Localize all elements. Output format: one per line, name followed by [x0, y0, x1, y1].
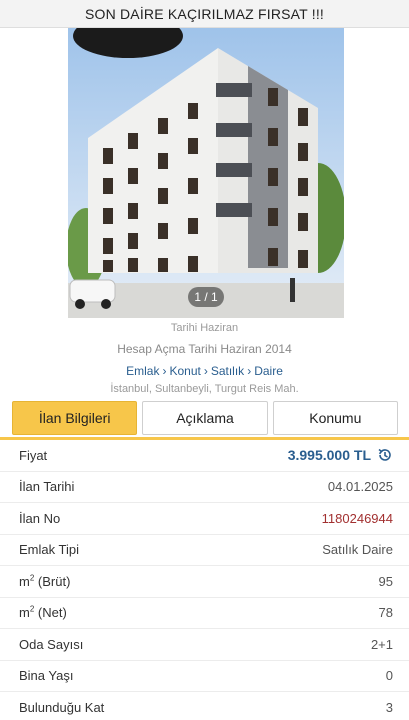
price-text: 3.995.000 TL [287, 447, 371, 464]
breadcrumb-separator-icon: › [203, 364, 208, 378]
detail-row-property-type: Emlak Tipi Satılık Daire [0, 535, 409, 566]
detail-value: Satılık Daire [322, 542, 393, 558]
detail-value: 78 [378, 605, 393, 621]
breadcrumb-item-daire[interactable]: Daire [254, 364, 283, 378]
detail-row-rooms: Oda Sayısı 2+1 [0, 629, 409, 661]
breadcrumb-item-emlak[interactable]: Emlak [126, 364, 159, 378]
listing-details: Fiyat 3.995.000 TL İlan Tarihi 04.01.202… [0, 440, 409, 720]
detail-label: Oda Sayısı [19, 636, 84, 652]
price-value: 3.995.000 TL [288, 447, 393, 463]
detail-row-listing-date: İlan Tarihi 04.01.2025 [0, 472, 409, 503]
breadcrumb-separator-icon: › [162, 364, 167, 378]
building-photo[interactable]: 1 / 1 [68, 28, 344, 318]
detail-row-building-age: Bina Yaşı 0 [0, 661, 409, 692]
detail-label: m2 (Net) [19, 604, 67, 621]
photo-gallery[interactable]: 1 / 1 [0, 28, 409, 318]
account-date-info: Hesap Açma Tarihi Haziran 2014 [117, 342, 292, 356]
building-illustration [68, 28, 344, 318]
detail-label: Emlak Tipi [19, 542, 79, 558]
detail-label: İlan No [19, 510, 61, 526]
history-icon[interactable] [377, 447, 393, 463]
detail-value: 3 [385, 699, 393, 715]
detail-row-listing-no: İlan No 1180246944 [0, 503, 409, 535]
tab-listing-info[interactable]: İlan Bilgileri [12, 401, 138, 435]
location-info: İstanbul, Sultanbeyli, Turgut Reis Mah. [110, 383, 299, 395]
detail-value: 95 [378, 573, 393, 589]
detail-value: 04.01.2025 [327, 479, 393, 495]
detail-label: Fiyat [19, 447, 48, 463]
detail-label: m2 (Brüt) [19, 573, 71, 589]
detail-label: İlan Tarihi [19, 479, 75, 495]
breadcrumb-item-satilik[interactable]: Satılık [211, 364, 244, 378]
tab-description[interactable]: Açıklama [142, 401, 268, 435]
date-info: Tarihi Haziran [170, 322, 239, 334]
detail-row-net-area: m2 (Net) 78 [0, 598, 409, 629]
breadcrumb: Emlak › Konut › Satılık › Daire [0, 364, 409, 378]
detail-row-price: Fiyat 3.995.000 TL [0, 440, 409, 472]
detail-row-gross-area: m2 (Brüt) 95 [0, 566, 409, 598]
detail-value: 0 [385, 668, 393, 684]
detail-value: 2+1 [370, 636, 393, 652]
breadcrumb-item-konut[interactable]: Konut [169, 364, 200, 378]
tab-bar: İlan Bilgileri Açıklama Konumu [12, 401, 398, 437]
breadcrumb-separator-icon: › [247, 364, 252, 378]
tab-location[interactable]: Konumu [272, 401, 398, 435]
detail-label: Bina Yaşı [19, 668, 74, 684]
photo-counter: 1 / 1 [188, 287, 224, 307]
listing-title-banner: SON DAİRE KAÇIRILMAZ FIRSAT !!! [0, 0, 409, 28]
listing-number-value: 1180246944 [321, 510, 393, 526]
detail-row-floor: Bulunduğu Kat 3 [0, 692, 409, 720]
detail-label: Bulunduğu Kat [19, 699, 105, 715]
